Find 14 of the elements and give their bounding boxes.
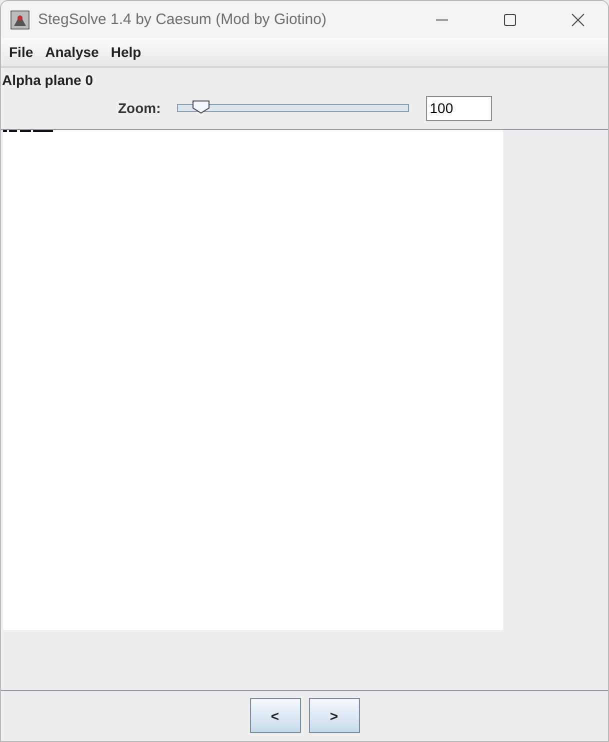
app-icon — [10, 10, 30, 30]
zoom-label: Zoom: — [118, 100, 161, 116]
previous-button[interactable]: < — [250, 698, 300, 733]
maximize-icon — [503, 12, 517, 26]
slider-thumb[interactable] — [192, 100, 210, 114]
close-icon — [571, 12, 585, 26]
window-title: StegSolve 1.4 by Caesum (Mod by Giotino) — [38, 11, 328, 28]
next-button[interactable]: > — [308, 698, 360, 733]
menu-item[interactable]: Help — [104, 44, 148, 60]
plane-label: Alpha plane 0 — [2, 72, 94, 88]
zoom-field[interactable]: 100 — [426, 96, 492, 120]
menu-item[interactable]: Analyse — [39, 44, 105, 60]
menu-item[interactable]: File — [3, 44, 40, 60]
minimize-icon — [435, 18, 449, 20]
